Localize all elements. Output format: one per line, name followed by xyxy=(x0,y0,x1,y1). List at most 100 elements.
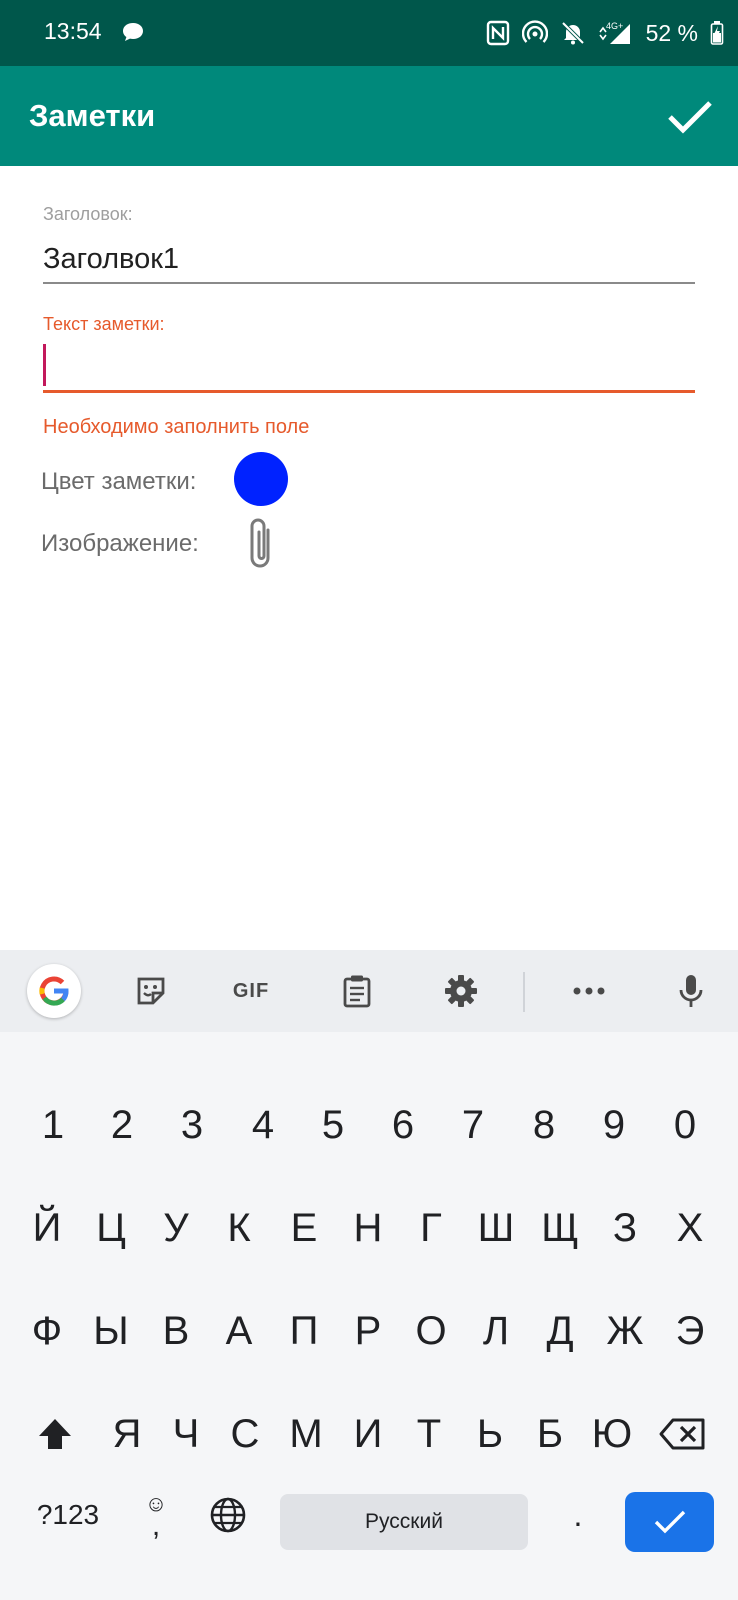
key-letter[interactable]: Д xyxy=(528,1291,592,1371)
key-letter[interactable]: В xyxy=(144,1291,208,1371)
keyboard-toolbar: GIF xyxy=(0,950,738,1032)
key-letter[interactable]: Н xyxy=(336,1188,400,1268)
letter-row-1: Й Ц У К Е Н Г Ш Щ З Х xyxy=(0,1188,738,1268)
key-5[interactable]: 5 xyxy=(298,1085,368,1165)
key-letter[interactable]: Ж xyxy=(593,1291,657,1371)
key-3[interactable]: 3 xyxy=(157,1085,227,1165)
key-letter[interactable]: Х xyxy=(658,1188,722,1268)
key-letter[interactable]: Ш xyxy=(464,1188,528,1268)
key-letter[interactable]: Ь xyxy=(458,1394,522,1474)
gif-button[interactable]: GIF xyxy=(228,968,274,1014)
key-letter[interactable]: Г xyxy=(399,1188,463,1268)
key-7[interactable]: 7 xyxy=(438,1085,508,1165)
signal-4g-icon: 4G+ xyxy=(598,21,630,44)
key-letter[interactable]: З xyxy=(593,1188,657,1268)
note-text-label: Текст заметки: xyxy=(43,314,165,334)
key-letter[interactable]: Л xyxy=(464,1291,528,1371)
title-input[interactable]: Заголвок1 xyxy=(43,236,695,284)
key-0[interactable]: 0 xyxy=(650,1085,720,1165)
sticker-button[interactable] xyxy=(128,968,174,1014)
key-letter[interactable]: Б xyxy=(518,1394,582,1474)
nfc-icon xyxy=(486,20,509,46)
letter-row-3: Я Ч С М И Т Ь Б Ю xyxy=(0,1394,738,1474)
backspace-icon xyxy=(659,1418,705,1450)
key-letter[interactable]: Ф xyxy=(15,1291,79,1371)
key-letter[interactable]: К xyxy=(207,1188,271,1268)
clipboard-icon xyxy=(343,975,371,1008)
battery-icon xyxy=(710,21,724,45)
period-key[interactable]: . xyxy=(546,1475,610,1555)
bottom-row: ?123 ☺ , Русский . xyxy=(0,1475,738,1555)
key-letter[interactable]: Щ xyxy=(528,1188,592,1268)
message-icon xyxy=(123,23,143,41)
key-4[interactable]: 4 xyxy=(228,1085,298,1165)
gif-label: GIF xyxy=(232,979,270,1002)
key-8[interactable]: 8 xyxy=(509,1085,579,1165)
title-label: Заголовок: xyxy=(43,204,133,224)
key-6[interactable]: 6 xyxy=(368,1085,438,1165)
emoji-comma-key[interactable]: ☺ , xyxy=(124,1475,188,1555)
google-icon xyxy=(39,976,69,1006)
enter-key[interactable] xyxy=(625,1492,714,1552)
globe-icon xyxy=(210,1497,246,1533)
image-label: Изображение: xyxy=(41,530,199,557)
svg-text:4G+: 4G+ xyxy=(606,21,623,31)
hotspot-icon xyxy=(521,20,548,43)
key-letter[interactable]: И xyxy=(336,1394,400,1474)
key-letter[interactable]: Й xyxy=(15,1188,79,1268)
number-row: 1 2 3 4 5 6 7 8 9 0 xyxy=(0,1085,738,1165)
key-letter[interactable]: О xyxy=(399,1291,463,1371)
more-button[interactable] xyxy=(566,968,612,1014)
comma-label: , xyxy=(151,1509,161,1542)
check-icon xyxy=(654,1510,685,1534)
backspace-key[interactable] xyxy=(648,1394,718,1474)
settings-button[interactable] xyxy=(438,968,484,1014)
text-cursor xyxy=(43,344,46,386)
letter-row-2: Ф Ы В А П Р О Л Д Ж Э xyxy=(0,1291,738,1371)
symbols-key[interactable]: ?123 xyxy=(28,1475,108,1555)
key-letter[interactable]: П xyxy=(272,1291,336,1371)
save-check-icon[interactable] xyxy=(664,90,716,142)
key-letter[interactable]: Я xyxy=(95,1394,159,1474)
key-letter[interactable]: Ы xyxy=(79,1291,143,1371)
key-1[interactable]: 1 xyxy=(18,1085,88,1165)
key-letter[interactable]: М xyxy=(274,1394,338,1474)
keyboard: GIF 1 2 3 4 5 6 7 8 9 0 Й Ц У К Е Н Г Ш … xyxy=(0,950,738,1600)
key-letter[interactable]: Е xyxy=(272,1188,336,1268)
key-letter[interactable]: Э xyxy=(658,1291,722,1371)
key-9[interactable]: 9 xyxy=(579,1085,649,1165)
key-letter[interactable]: С xyxy=(213,1394,277,1474)
battery-percent: 52 % xyxy=(645,19,698,46)
shift-key[interactable] xyxy=(22,1394,88,1474)
sticker-icon xyxy=(137,977,165,1005)
status-bar: 13:54 4G+ 52 % xyxy=(0,0,738,66)
microphone-icon xyxy=(679,975,703,1007)
page-title: Заметки xyxy=(29,98,156,133)
voice-input-button[interactable] xyxy=(668,968,714,1014)
attach-image-icon[interactable] xyxy=(244,514,280,576)
key-letter[interactable]: Р xyxy=(336,1291,400,1371)
key-letter[interactable]: Ц xyxy=(79,1188,143,1268)
key-letter[interactable]: Ю xyxy=(580,1394,644,1474)
error-message: Необходимо заполнить поле xyxy=(43,416,310,438)
key-letter[interactable]: А xyxy=(207,1291,271,1371)
shift-icon xyxy=(39,1419,71,1449)
space-key[interactable]: Русский xyxy=(280,1494,528,1550)
status-icons: 4G+ 52 % xyxy=(486,16,724,50)
note-color-label: Цвет заметки: xyxy=(41,468,197,495)
key-2[interactable]: 2 xyxy=(87,1085,157,1165)
notifications-off-icon xyxy=(561,21,584,45)
language-key[interactable] xyxy=(196,1475,260,1555)
key-letter[interactable]: Т xyxy=(397,1394,461,1474)
google-search-button[interactable] xyxy=(27,964,81,1018)
gear-icon xyxy=(445,975,477,1007)
toolbar-divider xyxy=(523,972,525,1012)
clipboard-button[interactable] xyxy=(334,968,380,1014)
key-letter[interactable]: Ч xyxy=(154,1394,218,1474)
app-bar: Заметки xyxy=(0,66,738,166)
note-text-input[interactable] xyxy=(43,344,695,393)
more-icon xyxy=(573,987,605,995)
key-letter[interactable]: У xyxy=(144,1188,208,1268)
status-time: 13:54 xyxy=(44,18,102,44)
note-color-swatch[interactable] xyxy=(234,452,288,506)
